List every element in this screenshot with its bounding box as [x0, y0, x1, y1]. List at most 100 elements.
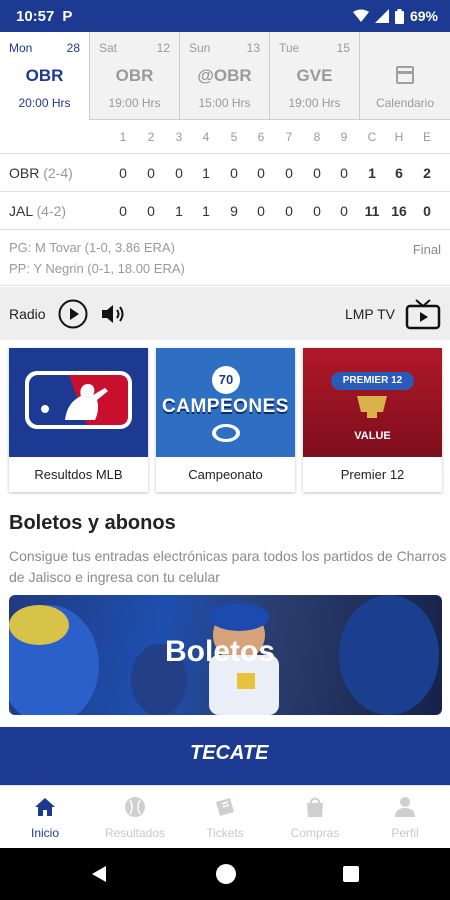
game-opponent: OBR — [25, 66, 64, 85]
game-time: 19:00 Hrs — [108, 96, 161, 110]
inning-score: 1 — [202, 165, 210, 181]
game-opponent: OBR — [115, 66, 154, 85]
game-date: 12 — [156, 41, 170, 55]
game-time: 20:00 Hrs — [18, 96, 71, 110]
inning-score: 0 — [230, 165, 238, 181]
signal-icon — [374, 9, 389, 23]
inning-score: 0 — [313, 203, 321, 219]
runs-total: 1 — [368, 165, 376, 181]
inning-header: 6 — [257, 130, 265, 144]
inning-header: 2 — [147, 130, 155, 144]
system-navigation-bar — [0, 848, 450, 900]
inning-score: 0 — [147, 165, 155, 181]
inning-header: 9 — [340, 130, 348, 144]
game-date: 13 — [246, 41, 260, 55]
status-time: 10:57 — [16, 7, 55, 25]
nav-item-compras[interactable]: Compras — [270, 786, 360, 848]
tecate-logo: TECATE — [190, 742, 269, 764]
inning-score: 0 — [119, 165, 127, 181]
mlb-logo-image — [9, 348, 148, 457]
hits-total: 6 — [395, 165, 403, 181]
team-record: (4-2) — [36, 203, 67, 219]
promo-card-campeonato[interactable]: 70 CAMPEONES Campeonato — [156, 348, 295, 492]
nav-item-tickets[interactable]: Tickets — [180, 786, 270, 848]
home-button-icon[interactable] — [216, 864, 236, 884]
baseball-icon — [125, 797, 145, 817]
premier12-badge: PREMIER 12 — [331, 372, 414, 390]
home-icon — [35, 798, 55, 816]
boletos-banner-text: Boletos — [165, 635, 276, 668]
nav-item-inicio[interactable]: Inicio — [0, 786, 90, 848]
team-record: (2-4) — [43, 165, 73, 181]
boletos-banner[interactable]: Boletos — [9, 595, 442, 715]
promo-card-mlb[interactable]: Resultdos MLB — [9, 348, 148, 492]
game-card-1[interactable]: Sat 12 OBR 19:00 Hrs — [90, 32, 180, 120]
nav-label: Compras — [290, 826, 340, 840]
linescore-row-home: JAL (4-2) 0 0 1 1 9 0 0 0 0 11 16 0 — [0, 192, 450, 230]
inning-score: 0 — [340, 203, 348, 219]
media-bar: Radio LMP TV — [0, 287, 450, 340]
back-icon[interactable] — [92, 866, 108, 882]
recent-apps-icon[interactable] — [343, 866, 359, 882]
promo-card-premier12[interactable]: PREMIER 12 VALUE Premier 12 — [303, 348, 442, 492]
status-indicators: 69% — [352, 8, 438, 24]
calendar-button[interactable]: Calendario — [360, 32, 450, 120]
game-opponent: GVE — [296, 66, 333, 85]
volume-icon[interactable] — [100, 302, 128, 326]
wifi-icon — [352, 9, 369, 22]
bottom-navigation: Inicio Resultados Tickets Compras Perfil — [0, 785, 450, 848]
radio-label: Radio — [9, 305, 46, 322]
nav-item-perfil[interactable]: Perfil — [360, 786, 450, 848]
value-sponsor-text: VALUE — [354, 430, 391, 442]
nav-label: Resultados — [104, 826, 166, 840]
premier12-poster-image: PREMIER 12 VALUE — [303, 348, 442, 457]
linescore-header: 1 2 3 4 5 6 7 8 9 C H E — [0, 120, 450, 154]
game-date: 15 — [336, 41, 350, 55]
pitcher-decisions: PG: M Tovar (1-0, 3.86 ERA) PP: Y Negrin… — [0, 230, 450, 286]
game-card-3[interactable]: Tue 15 GVE 19:00 Hrs — [270, 32, 360, 120]
errors-total: 2 — [423, 165, 431, 181]
inning-score: 0 — [285, 165, 293, 181]
game-day: Sun — [189, 41, 211, 55]
campeones-logo-image: 70 CAMPEONES — [156, 348, 295, 457]
game-time: 15:00 Hrs — [198, 96, 251, 110]
ticket-icon — [216, 798, 234, 816]
mlb-logo-icon — [25, 371, 132, 429]
inning-score: 9 — [230, 203, 238, 219]
inning-header: 7 — [285, 130, 293, 144]
inning-header: 1 — [119, 130, 127, 144]
team-abbr: JAL — [9, 203, 33, 219]
game-day: Mon — [9, 41, 33, 55]
inning-score: 0 — [147, 203, 155, 219]
battery-percent: 69% — [409, 8, 438, 24]
tv-icon[interactable] — [405, 298, 441, 330]
inning-score: 0 — [257, 165, 265, 181]
inning-header: 5 — [230, 130, 238, 144]
sponsor-banner[interactable]: TECATE — [0, 727, 450, 785]
charros-script-icon — [212, 424, 240, 442]
game-schedule-strip: Mon 28 OBR 20:00 Hrs Sat 12 OBR 19:00 Hr… — [0, 32, 450, 120]
linescore-table: 1 2 3 4 5 6 7 8 9 C H E OBR (2-4) 0 0 0 … — [0, 120, 450, 230]
game-day: Sat — [99, 41, 118, 55]
inning-header: 8 — [313, 130, 321, 144]
nav-label: Tickets — [206, 826, 244, 840]
game-card-2[interactable]: Sun 13 @OBR 15:00 Hrs — [180, 32, 270, 120]
game-card-0[interactable]: Mon 28 OBR 20:00 Hrs — [0, 32, 90, 120]
inning-score: 0 — [313, 165, 321, 181]
inning-score: 0 — [175, 165, 183, 181]
app-notification-icon: P — [62, 7, 73, 25]
team-name: JAL (4-2) — [9, 203, 66, 219]
game-day: Tue — [279, 41, 300, 55]
errors-header: E — [422, 130, 431, 144]
promo-label: Campeonato — [188, 467, 263, 482]
nav-item-resultados[interactable]: Resultados — [90, 786, 180, 848]
losing-pitcher: PP: Y Negrin (0-1, 18.00 ERA) — [9, 261, 185, 276]
play-icon[interactable] — [58, 299, 88, 329]
nav-label: Perfil — [391, 826, 419, 840]
team-name: OBR (2-4) — [9, 165, 73, 181]
runs-header: C — [367, 130, 377, 144]
boletos-description: Consigue tus entradas electrónicas para … — [9, 548, 447, 585]
runs-total: 11 — [364, 203, 380, 219]
boletos-section-title: Boletos y abonos — [9, 512, 176, 534]
hits-total: 16 — [391, 203, 407, 219]
